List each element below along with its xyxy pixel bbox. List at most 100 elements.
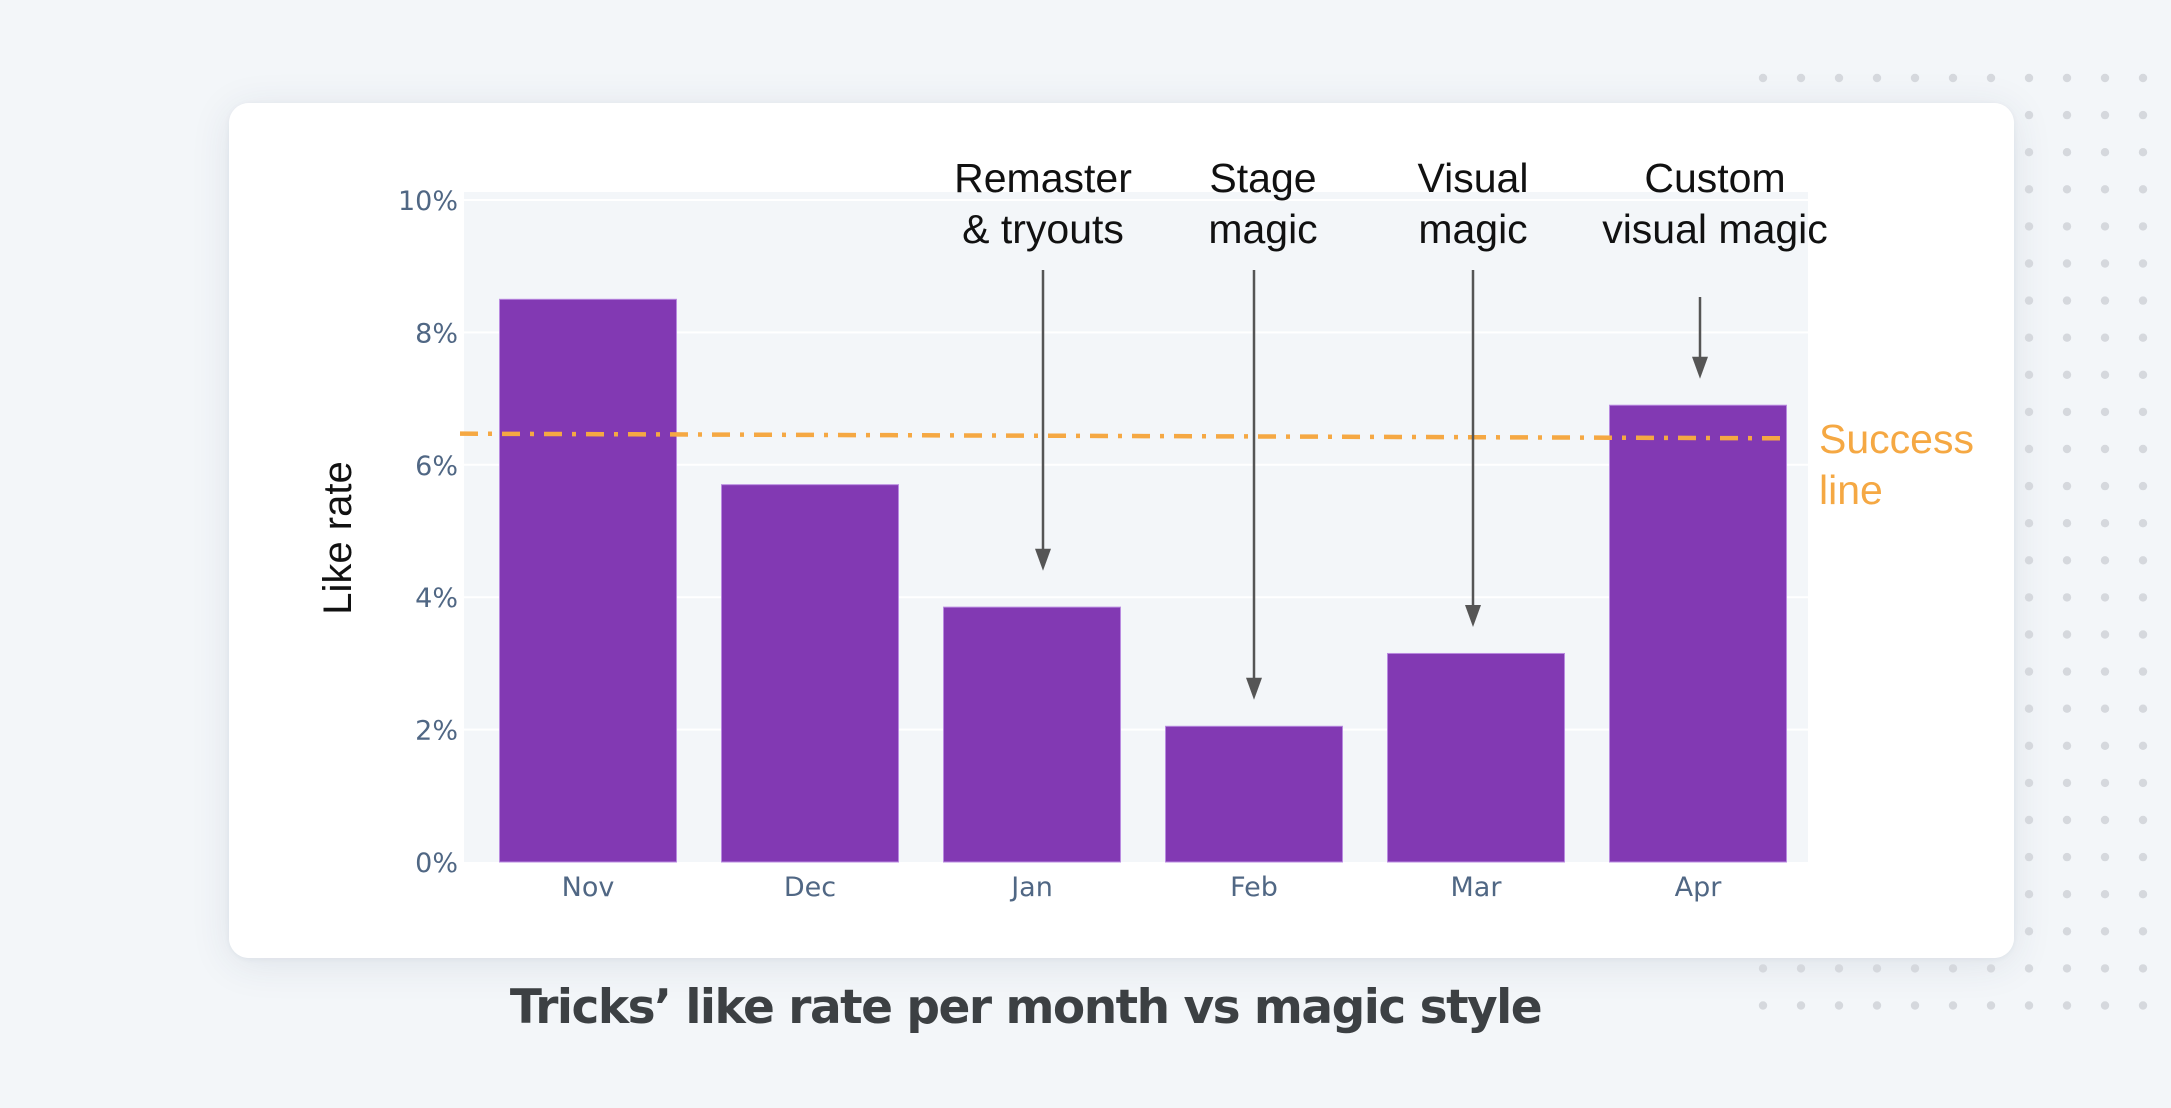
- dot: [2062, 222, 2072, 231]
- dot: [2100, 927, 2110, 936]
- dot: [2138, 593, 2148, 602]
- annotation-label: Remaster: [954, 155, 1132, 201]
- dot: [1910, 73, 1920, 83]
- annotation-label: magic: [1208, 206, 1317, 252]
- dot: [2062, 964, 2072, 973]
- dot: [1986, 73, 1996, 83]
- dot: [2138, 927, 2148, 936]
- dot: [2062, 630, 2072, 639]
- dot: [2024, 259, 2034, 268]
- dot: [1758, 964, 1768, 973]
- annotation-label: magic: [1418, 206, 1527, 252]
- dot: [2138, 852, 2148, 862]
- dot: [2100, 333, 2110, 342]
- dot: [2024, 927, 2034, 936]
- dot: [2024, 704, 2034, 713]
- x-tick-label: Dec: [784, 872, 836, 903]
- dot: [2138, 704, 2148, 713]
- dot: [1834, 73, 1844, 83]
- dot: [2024, 296, 2034, 305]
- dot: [2100, 778, 2110, 788]
- dot: [2100, 259, 2110, 268]
- bar-jan: [943, 606, 1121, 863]
- dot: [2138, 148, 2148, 157]
- dot: [2024, 222, 2034, 231]
- dot: [2138, 370, 2148, 379]
- dot: [2138, 333, 2148, 342]
- dot: [2100, 964, 2110, 973]
- dot: [2100, 815, 2110, 825]
- dot: [2100, 556, 2110, 565]
- dot: [2100, 519, 2110, 528]
- dot: [2062, 259, 2072, 268]
- dot: [2138, 259, 2148, 268]
- y-tick-label: 4%: [415, 583, 458, 614]
- dot: [2062, 519, 2072, 528]
- annotation-label: Visual: [1418, 155, 1529, 201]
- dot: [2024, 519, 2034, 528]
- dot: [2138, 444, 2148, 454]
- dot: [2138, 815, 2148, 825]
- dot: [2138, 630, 2148, 639]
- dot: [2062, 890, 2072, 899]
- dot: [2138, 481, 2148, 491]
- y-tick-label: 8%: [415, 318, 458, 349]
- dot: [2100, 667, 2110, 676]
- bar-dec: [721, 484, 899, 863]
- dot: [2024, 73, 2034, 83]
- dot: [2100, 444, 2110, 454]
- dot: [2062, 704, 2072, 713]
- dot: [2024, 741, 2034, 750]
- y-axis-title: Like rate: [316, 461, 360, 614]
- dot: [2062, 73, 2072, 83]
- annotation-label: & tryouts: [962, 206, 1124, 252]
- bar-apr: [1609, 404, 1787, 863]
- dot: [2062, 148, 2072, 157]
- dot: [2100, 593, 2110, 602]
- dot: [1834, 964, 1844, 973]
- x-tick-label: Jan: [1009, 872, 1053, 903]
- dot: [2062, 444, 2072, 454]
- dot: [2138, 556, 2148, 565]
- dot: [2138, 222, 2148, 231]
- dot: [1758, 73, 1768, 83]
- bar-mar: [1387, 652, 1565, 863]
- dot: [2062, 407, 2072, 417]
- dot: [2062, 110, 2072, 120]
- dot: [2138, 667, 2148, 676]
- dot: [1910, 964, 1920, 973]
- dot: [2024, 333, 2034, 342]
- dot: [2024, 890, 2034, 899]
- y-tick-label: 10%: [398, 186, 458, 217]
- dot: [2138, 890, 2148, 899]
- dot: [2100, 73, 2110, 83]
- x-tick-label: Mar: [1451, 872, 1503, 903]
- dot: [2100, 630, 2110, 639]
- y-tick-label: 2%: [415, 716, 458, 747]
- x-tick-label: Apr: [1675, 872, 1723, 903]
- dot: [2024, 407, 2034, 417]
- slide: 0% 2% 4% 6% 8% 10% Nov Dec Jan Feb Mar Apr Like ra…: [0, 0, 2171, 1108]
- dot: [1872, 964, 1882, 973]
- dot: [2100, 407, 2110, 417]
- dot: [2100, 185, 2110, 194]
- dot: [2024, 852, 2034, 862]
- chart-caption: Tricks’ like rate per month vs magic sty…: [509, 980, 1543, 1035]
- dot: [2100, 370, 2110, 379]
- dot: [2138, 407, 2148, 417]
- dot: [2062, 333, 2072, 342]
- dot: [2138, 110, 2148, 120]
- dot: [2100, 852, 2110, 862]
- dot: [2062, 815, 2072, 825]
- dot: [2024, 778, 2034, 788]
- dot: [2100, 296, 2110, 305]
- dot: [2024, 481, 2034, 491]
- dot: [2024, 148, 2034, 157]
- dot: [2024, 556, 2034, 565]
- dot: [2138, 741, 2148, 750]
- dot: [2100, 110, 2110, 120]
- y-tick-label: 0%: [415, 848, 458, 879]
- dot: [2062, 667, 2072, 676]
- y-tick-label: 6%: [415, 451, 458, 482]
- dot: [2138, 778, 2148, 788]
